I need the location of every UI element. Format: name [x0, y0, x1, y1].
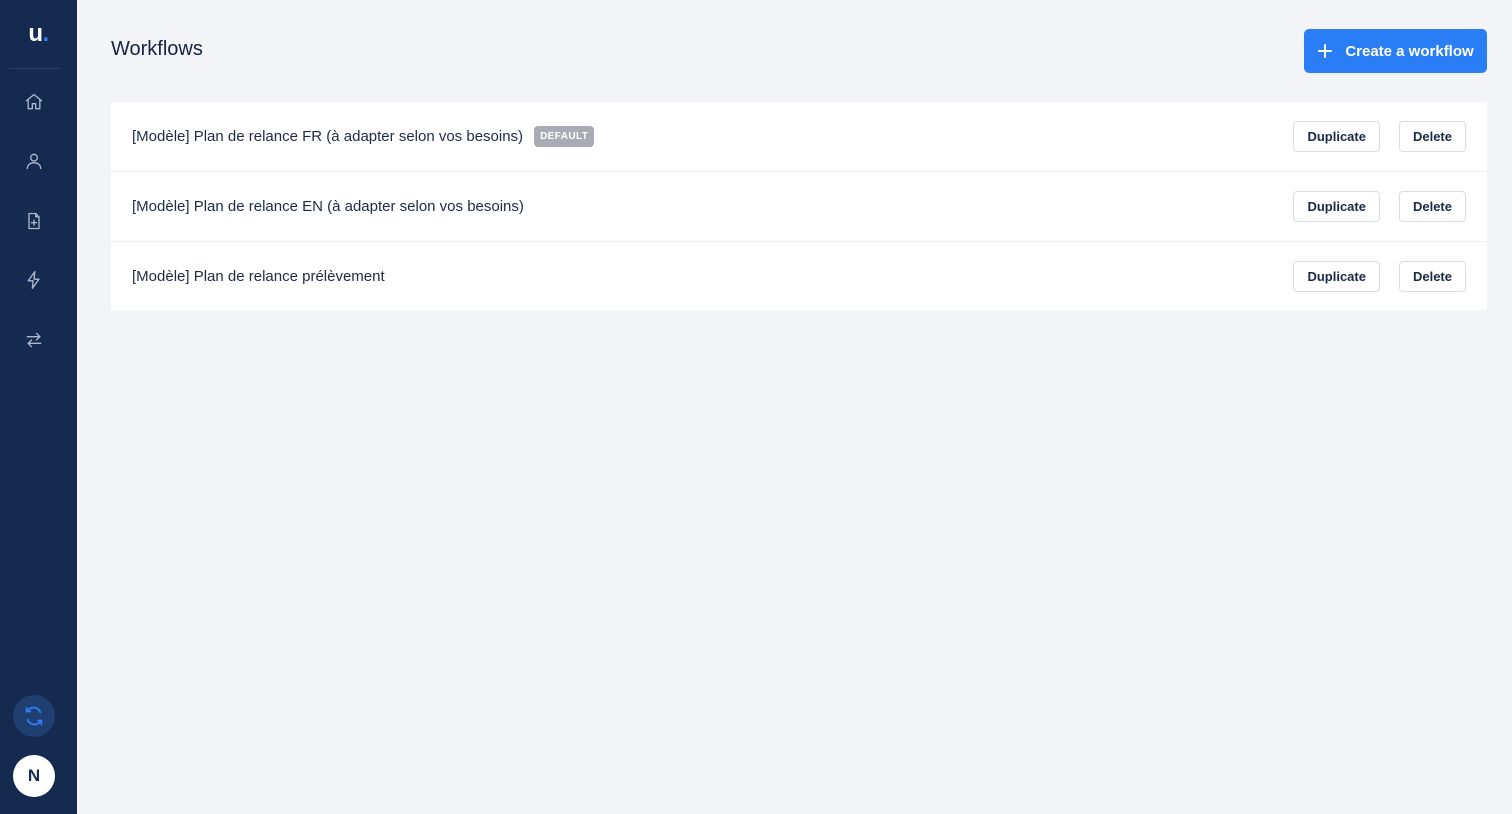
- delete-button[interactable]: Delete: [1398, 191, 1466, 222]
- workflow-row[interactable]: [Modèle] Plan de relance prélèvement Dup…: [111, 242, 1487, 310]
- main-content: Workflows Create a workflow [Modèle] Pla…: [77, 0, 1512, 814]
- workflow-title[interactable]: [Modèle] Plan de relance prélèvement: [132, 268, 385, 285]
- delete-button[interactable]: Delete: [1398, 260, 1466, 292]
- row-actions: Duplicate Delete: [1293, 260, 1466, 292]
- logo-text: u: [28, 20, 43, 47]
- workflow-title[interactable]: [Modèle] Plan de relance EN (à adapter s…: [132, 198, 524, 215]
- sidebar-item-workflows[interactable]: [0, 251, 68, 311]
- row-actions: Duplicate Delete: [1293, 191, 1466, 222]
- document-icon: [28, 212, 40, 229]
- sidebar-item-transactions[interactable]: [0, 310, 68, 370]
- default-badge: DEFAULT: [534, 126, 595, 147]
- sidebar-divider: [9, 68, 60, 69]
- plus-icon: [1318, 44, 1333, 58]
- workflow-list: [Modèle] Plan de relance FR (à adapter s…: [111, 102, 1487, 310]
- workflow-row[interactable]: [Modèle] Plan de relance FR (à adapter s…: [111, 102, 1487, 172]
- duplicate-button[interactable]: Duplicate: [1293, 260, 1380, 292]
- app-shell: u. N Workflows Create a workflow [Modèle…: [0, 0, 1512, 814]
- row-actions: Duplicate Delete: [1293, 121, 1466, 152]
- sidebar-item-home[interactable]: [0, 72, 68, 132]
- sidebar: u. N: [0, 0, 77, 814]
- home-icon: [25, 93, 43, 110]
- sidebar-item-customers[interactable]: [0, 132, 68, 192]
- user-icon: [26, 153, 42, 170]
- duplicate-button[interactable]: Duplicate: [1293, 191, 1380, 222]
- sync-icon: [25, 706, 43, 726]
- transfer-arrows-icon: [26, 332, 42, 348]
- workflow-title[interactable]: [Modèle] Plan de relance FR (à adapter s…: [132, 128, 523, 145]
- avatar[interactable]: N: [13, 755, 55, 797]
- workflow-row[interactable]: [Modèle] Plan de relance EN (à adapter s…: [111, 172, 1487, 242]
- lightning-icon: [27, 271, 40, 290]
- sync-button[interactable]: [13, 695, 55, 737]
- duplicate-button[interactable]: Duplicate: [1293, 121, 1380, 152]
- create-workflow-button[interactable]: Create a workflow: [1304, 29, 1487, 73]
- create-workflow-label: Create a workflow: [1345, 42, 1474, 60]
- delete-button[interactable]: Delete: [1398, 121, 1466, 152]
- logo[interactable]: u.: [0, 0, 77, 68]
- sidebar-item-invoices[interactable]: [0, 191, 68, 251]
- sidebar-nav: [0, 72, 68, 370]
- logo-dot: .: [42, 20, 50, 47]
- page-title: Workflows: [111, 38, 203, 60]
